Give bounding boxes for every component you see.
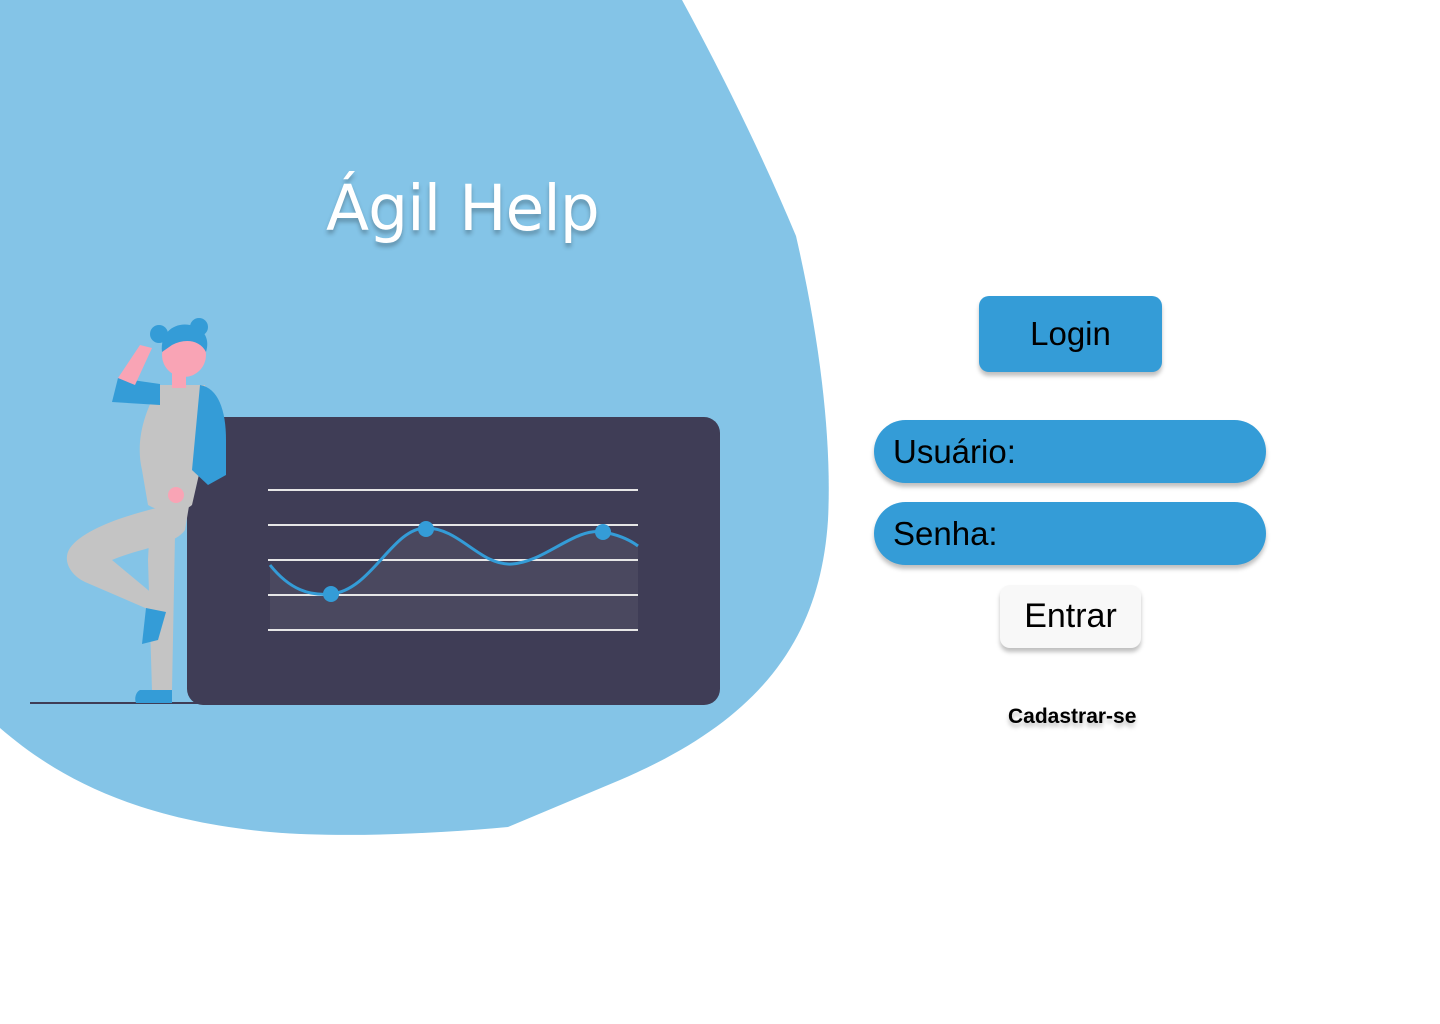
register-link[interactable]: Cadastrar-se (1008, 705, 1136, 729)
chart-point (323, 586, 339, 602)
password-input[interactable] (1003, 501, 1266, 566)
enter-button[interactable]: Entrar (1000, 585, 1141, 648)
username-field[interactable]: Usuário: (874, 419, 1266, 484)
login-heading-button: Login (979, 296, 1162, 372)
chart-point (418, 521, 434, 537)
username-label: Usuário: (893, 432, 1016, 470)
app-title: Ágil Help (326, 172, 600, 245)
chart-point (595, 524, 611, 540)
password-field[interactable]: Senha: (874, 501, 1266, 566)
woman-with-chart-illustration (30, 318, 720, 705)
password-label: Senha: (893, 514, 998, 552)
username-input[interactable] (1021, 419, 1266, 484)
